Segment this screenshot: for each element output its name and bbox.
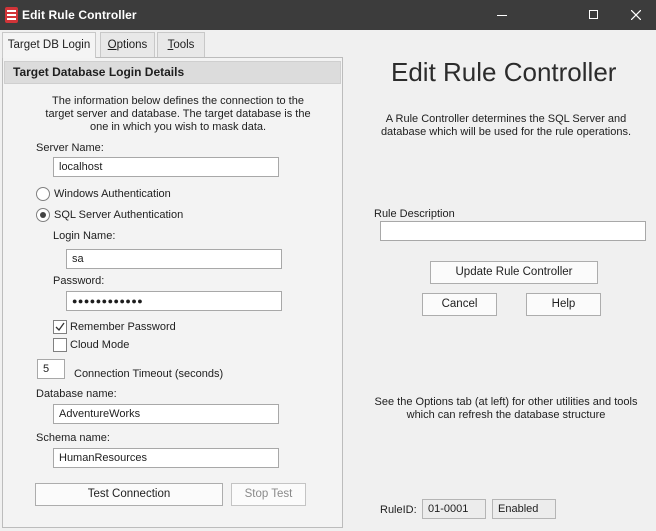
tab-label: ools xyxy=(173,39,195,51)
login-description: The information below defines the connec… xyxy=(45,95,311,133)
window-title: Edit Rule Controller xyxy=(22,8,137,22)
server-name-label: Server Name: xyxy=(36,142,104,154)
checkmark-icon xyxy=(55,322,65,332)
minimize-icon xyxy=(497,15,507,16)
schema-name-input[interactable]: HumanResources xyxy=(53,448,279,468)
cloud-mode-checkbox[interactable] xyxy=(53,338,67,352)
help-button[interactable]: Help xyxy=(526,293,601,316)
title-bar: Edit Rule Controller xyxy=(0,0,656,30)
stop-test-button[interactable]: Stop Test xyxy=(231,483,306,506)
minimize-button[interactable] xyxy=(480,0,524,30)
connection-timeout-input[interactable]: 5 xyxy=(37,359,65,379)
cloud-mode-label: Cloud Mode xyxy=(70,339,130,351)
login-name-label: Login Name: xyxy=(53,230,116,242)
rule-id-value: 01-0001 xyxy=(422,499,486,519)
cancel-button[interactable]: Cancel xyxy=(422,293,497,316)
remember-password-checkbox[interactable] xyxy=(53,320,67,334)
windows-auth-label: Windows Authentication xyxy=(54,188,171,200)
password-input[interactable]: ●●●●●●●●●●●● xyxy=(66,291,282,311)
database-name-input[interactable]: AdventureWorks xyxy=(53,404,279,424)
sql-auth-label: SQL Server Authentication xyxy=(54,209,184,221)
tab-target-db-login[interactable]: Target DB Login xyxy=(2,32,96,58)
status-badge: Enabled xyxy=(492,499,556,519)
password-label: Password: xyxy=(53,275,105,287)
test-connection-button[interactable]: Test Connection xyxy=(35,483,223,506)
windows-auth-radio[interactable] xyxy=(36,187,50,201)
rule-controller-description: A Rule Controller determines the SQL Ser… xyxy=(380,113,632,138)
close-button[interactable] xyxy=(614,0,656,30)
close-icon xyxy=(631,10,641,20)
rule-description-label: Rule Description xyxy=(374,208,455,220)
remember-password-label: Remember Password xyxy=(70,321,176,333)
maximize-icon xyxy=(589,10,598,19)
login-name-input[interactable]: sa xyxy=(66,249,282,269)
rule-id-label: RuleID: xyxy=(380,504,417,516)
database-name-label: Database name: xyxy=(36,388,117,400)
app-database-icon xyxy=(5,7,18,23)
sql-auth-radio[interactable] xyxy=(36,208,50,222)
tab-mnemonic: O xyxy=(107,39,117,51)
tab-options[interactable]: Options xyxy=(100,32,155,57)
connection-timeout-label: Connection Timeout (seconds) xyxy=(74,368,224,380)
tab-label: ptions xyxy=(116,39,148,51)
page-title: Edit Rule Controller xyxy=(391,57,617,87)
options-hint: See the Options tab (at left) for other … xyxy=(374,396,638,421)
server-name-input[interactable]: localhost xyxy=(53,157,279,177)
tab-tools[interactable]: Tools xyxy=(157,32,205,57)
update-rule-controller-button[interactable]: Update Rule Controller xyxy=(430,261,598,284)
rule-description-input[interactable] xyxy=(380,221,646,241)
tab-label: Target DB Login xyxy=(7,39,91,51)
panel-header: Target Database Login Details xyxy=(4,61,341,84)
maximize-button[interactable] xyxy=(572,0,616,30)
schema-name-label: Schema name: xyxy=(36,432,110,444)
